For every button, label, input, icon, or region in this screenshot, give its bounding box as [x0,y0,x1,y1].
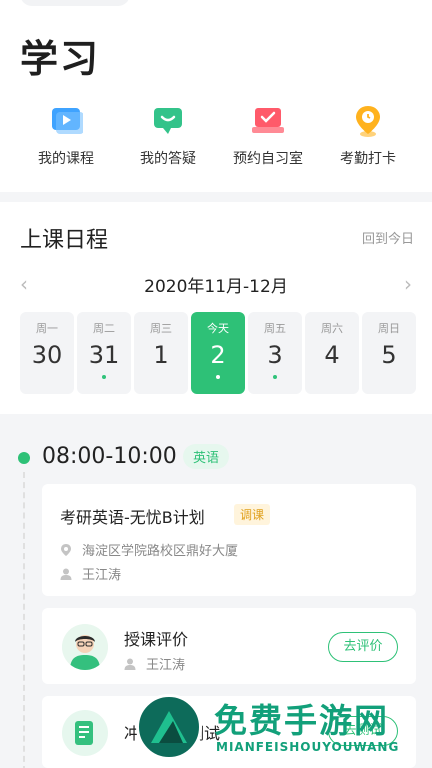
evaluate-button[interactable]: 去评价 [328,632,398,662]
day-date: 1 [153,341,169,369]
location-pin-icon [351,104,385,138]
review-card: 授课评价 王江涛 去评价 [42,608,416,684]
session-time: 08:00-10:00 [42,444,177,469]
course-title: 考研英语-无忧B计划 [60,508,205,527]
user-icon [60,568,72,580]
schedule-section: 上课日程 回到今日 ‹ 2020年11月-12月 › 周一 30 周二 31 周… [0,202,432,414]
day-strip: 周一 30 周二 31 周三 1 今天 2 周五 3 周六 4 周日 5 [20,312,416,394]
day-date: 4 [324,341,340,369]
day-weekday: 今天 [207,322,229,335]
day-date: 3 [267,341,283,369]
quick-action-label: 预约自习室 [233,151,303,167]
day-date: 30 [31,341,63,369]
video-course-icon [49,104,84,138]
class-indicator-dot [102,375,106,379]
schedule-title: 上课日程 [20,228,109,253]
day-cell[interactable]: 周二 31 [77,312,131,394]
day-cell[interactable]: 周一 30 [20,312,74,394]
course-location: 海淀区学院路校区鼎好大厦 [82,544,239,559]
quick-action-attendance[interactable]: 考勤打卡 [314,104,422,168]
day-date: 31 [88,341,120,369]
course-teacher: 王江涛 [82,568,122,583]
course-card[interactable]: 考研英语-无忧B计划 调课 海淀区学院路校区鼎好大厦 王江涛 [42,484,416,596]
day-date: 5 [381,341,397,369]
month-range-label: 2020年11月-12月 [144,277,288,297]
chevron-right-icon[interactable]: › [404,272,412,296]
chat-qa-icon [151,104,185,138]
quick-action-label: 我的答疑 [140,151,196,167]
header-section: 学习 我的课程 我的答疑 预约自习室 考勤打卡 [0,0,432,192]
day-weekday: 周一 [36,322,58,335]
day-cell[interactable]: 周六 4 [305,312,359,394]
day-cell[interactable]: 周日 5 [362,312,416,394]
class-indicator-dot [216,375,220,379]
quick-action-label: 考勤打卡 [340,151,396,167]
review-teacher: 王江涛 [146,658,186,673]
day-weekday: 周五 [264,322,286,335]
timeline-dot [18,452,30,464]
month-navigator: ‹ 2020年11月-12月 › [0,268,432,298]
day-cell[interactable]: 周三 1 [134,312,188,394]
day-weekday: 周二 [93,322,115,335]
quick-action-my-courses[interactable]: 我的课程 [12,104,120,168]
review-title: 授课评价 [124,630,189,649]
laptop-room-icon [251,104,285,138]
day-cell[interactable]: 周五 3 [248,312,302,394]
course-teacher-row: 王江涛 [60,564,121,583]
course-location-row: 海淀区学院路校区鼎好大厦 [60,540,238,559]
search-bar[interactable] [20,0,130,6]
back-to-today-link[interactable]: 回到今日 [362,228,414,247]
day-date: 2 [210,341,226,369]
user-icon [124,658,136,670]
day-cell-today[interactable]: 今天 2 [191,312,245,394]
day-weekday: 周六 [321,322,343,335]
quick-action-my-qa[interactable]: 我的答疑 [114,104,222,168]
page-title: 学习 [20,37,101,81]
quick-action-label: 我的课程 [38,151,94,167]
watermark-text: 免费手游网 [214,701,389,740]
review-teacher-row: 王江涛 [124,654,185,673]
subject-tag: 英语 [183,444,230,469]
timeline-line [23,472,25,768]
teacher-avatar [62,624,108,670]
day-weekday: 周三 [150,322,172,335]
test-paper-icon [62,710,108,756]
quick-action-reserve-room[interactable]: 预约自习室 [214,104,322,168]
site-watermark: 免费手游网 MIANFEISHOUYOUWANG [136,690,432,768]
watermark-subtext: MIANFEISHOUYOUWANG [216,740,400,754]
reschedule-badge: 调课 [234,504,271,525]
map-pin-icon [60,543,72,556]
watermark-logo-icon [136,694,202,760]
class-indicator-dot [273,375,277,379]
day-weekday: 周日 [378,322,400,335]
